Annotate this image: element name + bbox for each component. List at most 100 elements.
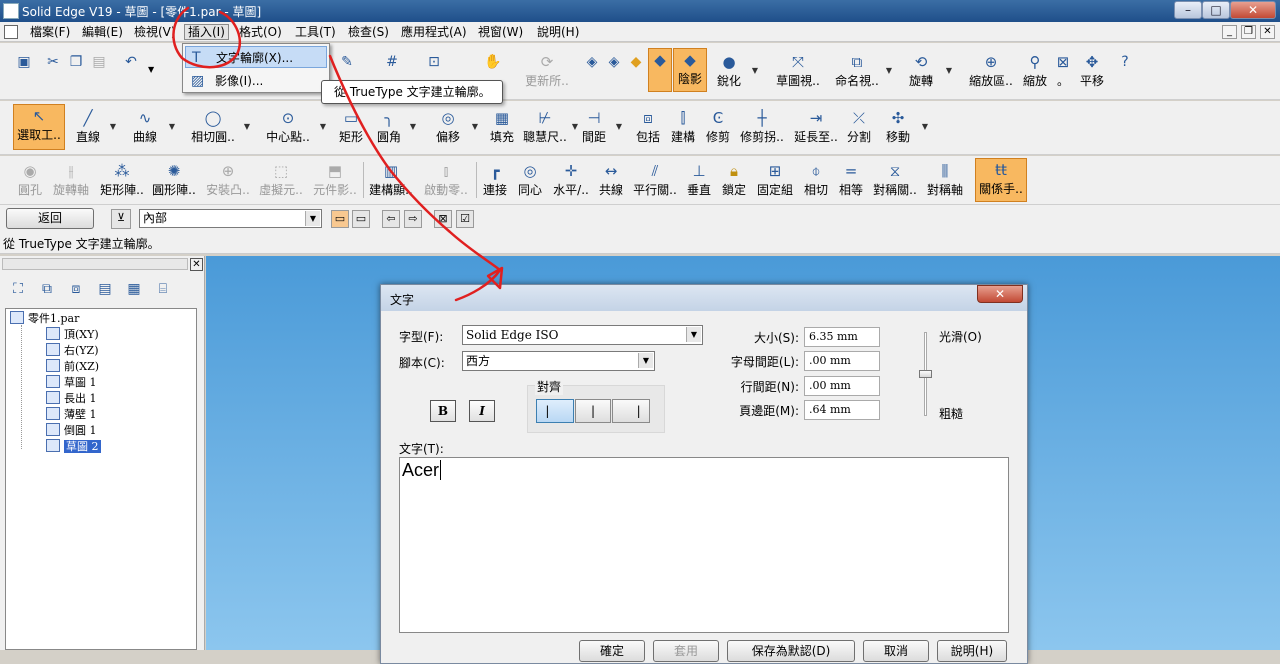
tangent-circle-button[interactable]: ◯ 相切圓.. [187, 107, 239, 147]
char-spacing-input[interactable]: .00 mm [804, 351, 880, 371]
curve-button[interactable]: ∿ 曲線 [128, 107, 162, 147]
arrow-right-icon[interactable]: ⇨ [404, 210, 422, 228]
undo-dropdown-icon[interactable]: ▼ [148, 65, 154, 74]
sharpen-button[interactable]: ● 銳化 [711, 51, 747, 91]
mount-boss-button[interactable]: ⊕ 安裝凸.. [203, 160, 253, 200]
extend-to-button[interactable]: ⇥ 延長至.. [791, 107, 841, 147]
virtual-component-button[interactable]: ⬚ 虛擬元.. [256, 160, 306, 200]
named-view-button[interactable]: ⧉ 命名視.. [832, 51, 882, 91]
activate-part-button[interactable]: ⫾ 啟動零.. [421, 160, 471, 200]
align-center-button[interactable]: | [575, 399, 611, 423]
relationship-handles-button[interactable]: ŧŧ 關係手.. [975, 158, 1027, 202]
mdi-minimize-button[interactable]: _ [1222, 25, 1237, 39]
font-select[interactable]: Solid Edge ISO ▼ [462, 325, 703, 345]
zoom-area-button[interactable]: ⊕ 縮放區.. [967, 51, 1015, 91]
move-button[interactable]: ✣ 移動 [882, 107, 914, 147]
menu-view[interactable]: 檢視(V) [131, 24, 179, 40]
layers-icon[interactable]: ⧉ [36, 280, 58, 302]
spacing-dropdown-icon[interactable]: ▼ [614, 107, 624, 147]
arrow-left-icon[interactable]: ⇦ [382, 210, 400, 228]
include-button[interactable]: ⧈ 包括 [634, 107, 662, 147]
fixed-set-button[interactable]: ⊞ 固定組 [755, 160, 795, 200]
menu-help[interactable]: 說明(H) [534, 24, 582, 40]
circular-pattern-button[interactable]: ✺ 圓形陣.. [150, 160, 198, 200]
tree-item-sketch-1[interactable]: 草圖 1 [46, 375, 97, 391]
dialog-close-button[interactable]: ✕ [977, 285, 1023, 303]
tools-icon[interactable]: ⌸ [152, 280, 174, 302]
margin-input[interactable]: .64 mm [804, 400, 880, 420]
tool-icon[interactable]: ✎ [338, 53, 356, 71]
view-cube-icon[interactable]: ◈ [583, 53, 601, 71]
fit-button[interactable]: ⊠。 [1052, 51, 1074, 91]
trim-corner-button[interactable]: ┼ 修剪拐.. [737, 107, 787, 147]
update-all-button[interactable]: ⟳ 更新所.. [524, 51, 570, 91]
view-cube3-icon[interactable]: ◆ [627, 53, 645, 71]
menu-applications[interactable]: 應用程式(A) [398, 24, 470, 40]
sharpen-dropdown-icon[interactable]: ▼ [750, 51, 760, 91]
center-point-button[interactable]: ⊙ 中心點.. [262, 107, 314, 147]
italic-button[interactable]: I [469, 400, 495, 422]
symmetric-button[interactable]: ⧖ 對稱關.. [871, 160, 919, 200]
tree-item-protrusion-1[interactable]: 長出 1 [46, 391, 97, 407]
parallel-button[interactable]: ⫽ 平行關.. [632, 160, 678, 200]
menu-tools[interactable]: 工具(T) [292, 24, 339, 40]
line-dropdown-icon[interactable]: ▼ [108, 107, 118, 147]
select-tool-button[interactable]: ↖ 選取工.. [13, 104, 65, 150]
sketch-view-button[interactable]: ⤧ 草圖視.. [773, 51, 823, 91]
rect-pattern-button[interactable]: ⁂ 矩形陣.. [98, 160, 146, 200]
tree-item-front-plane[interactable]: 前(XZ) [46, 359, 99, 375]
sensors-icon[interactable]: ▦ [123, 280, 145, 302]
view-cube2-icon[interactable]: ◈ [605, 53, 623, 71]
rotate-button[interactable]: ⟲ 旋轉 [905, 51, 937, 91]
rectangle-button[interactable]: ▭ 矩形 [336, 107, 366, 147]
menu-insert[interactable]: 插入(I) [184, 24, 229, 40]
rotate-dropdown-icon[interactable]: ▼ [944, 51, 954, 91]
family-icon[interactable]: ⧈ [65, 280, 87, 302]
concentric-button[interactable]: ◎ 同心 [516, 160, 544, 200]
symmetry-axis-button[interactable]: ⫼ 對稱軸 [924, 160, 966, 200]
split-button[interactable]: ⤫ 分割 [843, 107, 875, 147]
curve-dropdown-icon[interactable]: ▼ [167, 107, 177, 147]
grid-icon[interactable]: # [383, 53, 401, 71]
align-right-button[interactable]: | [612, 399, 650, 423]
dialog-help-button[interactable]: 說明(H) [937, 640, 1007, 662]
panel-grip[interactable] [2, 258, 188, 270]
tree-item-round-1[interactable]: 倒圓 1 [46, 423, 97, 439]
zoom-button[interactable]: ⚲ 縮放 [1020, 51, 1050, 91]
minimize-button[interactable]: – [1174, 1, 1202, 19]
tree-item-sketch-2[interactable]: 草圖 2 [46, 439, 101, 455]
fillet-button[interactable]: ╮ 圓角 [374, 107, 404, 147]
cancel-button[interactable]: 取消 [863, 640, 929, 662]
construction-display-button[interactable]: ▥ 建構顯.. [368, 160, 414, 200]
plane-filter-icon[interactable]: ⊻ [111, 209, 131, 229]
size-input[interactable]: 6.35 mm [804, 327, 880, 347]
shade-button[interactable]: ◆ 陰影 [673, 48, 707, 92]
help-icon[interactable]: ? [1116, 53, 1134, 71]
tree-item-top-plane[interactable]: 頂(XY) [46, 327, 99, 343]
center-point-dropdown-icon[interactable]: ▼ [318, 107, 328, 147]
smart-dimension-button[interactable]: ⊬ 聰慧尺.. [522, 107, 568, 147]
collinear-button[interactable]: ↔ 共線 [597, 160, 625, 200]
trim-button[interactable]: Ͼ 修剪 [704, 107, 732, 147]
tree-item-thinwall-1[interactable]: 薄壁 1 [46, 407, 97, 423]
spacing-button[interactable]: ⊣ 間距 [580, 107, 608, 147]
fill-button[interactable]: ▦ 填充 [488, 107, 516, 147]
fillet-dropdown-icon[interactable]: ▼ [408, 107, 418, 147]
undo-icon[interactable]: ↶ [122, 53, 140, 71]
save-default-button[interactable]: 保存為默認(D) [727, 640, 855, 662]
paste-icon[interactable]: ▤ [90, 53, 108, 71]
revolve-axis-button[interactable]: ⫲ 旋轉軸 [50, 160, 92, 200]
offset-button[interactable]: ◎ 偏移 [432, 107, 464, 147]
select-window2-icon[interactable]: ▭ [352, 210, 370, 228]
feature-pathfinder-icon[interactable]: ⛶ [7, 280, 29, 302]
shade-mode-button[interactable]: ◆ [648, 48, 672, 92]
copy-icon[interactable]: ❐ [67, 53, 85, 71]
cancel-icon[interactable]: ⊠ [434, 210, 452, 228]
cut-icon[interactable]: ✂ [44, 53, 62, 71]
ok-button[interactable]: 確定 [579, 640, 645, 662]
menu-inspect[interactable]: 檢查(S) [345, 24, 392, 40]
component-image-button[interactable]: ⬒ 元件影.. [310, 160, 360, 200]
menu-edit[interactable]: 編輯(E) [79, 24, 126, 40]
equal-button[interactable]: = 相等 [836, 160, 866, 200]
menu-item-text-profile[interactable]: T 文字輪廓(X)... [185, 46, 327, 68]
